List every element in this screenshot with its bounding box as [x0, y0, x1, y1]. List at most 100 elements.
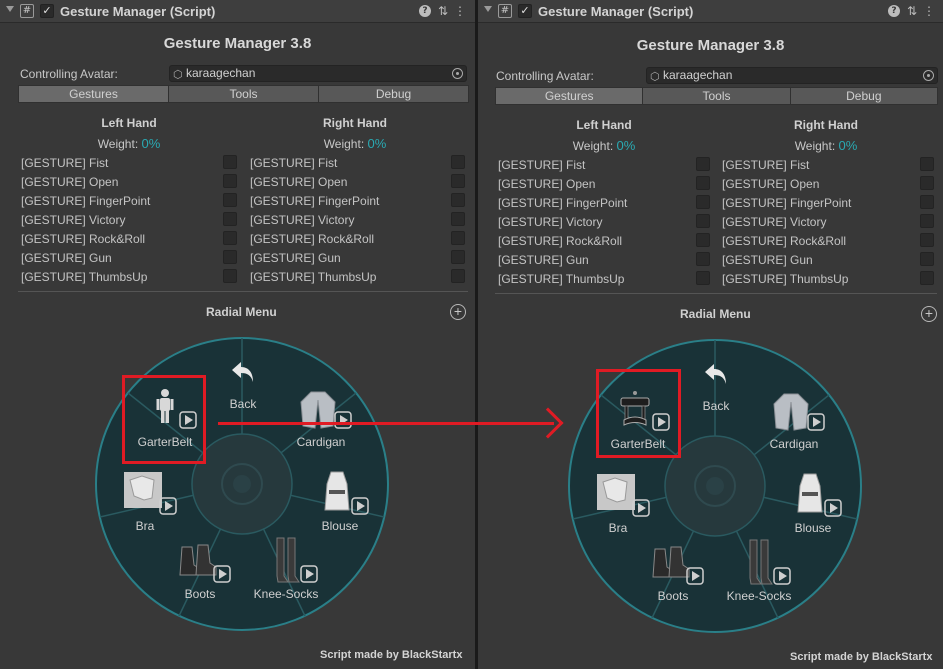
tab-gestures[interactable]: Gestures [18, 85, 169, 103]
left-gesture-victory: [GESTURE] Victory [21, 213, 126, 227]
right-gesture-checkbox[interactable] [920, 176, 934, 190]
radial-item-cardigan[interactable]: Cardigan [271, 435, 371, 449]
radial-item-knee-socks[interactable]: Knee-Socks [709, 589, 809, 603]
component-header[interactable]: # ✓ Gesture Manager (Script) ? ⇅ ⋮ [0, 0, 475, 23]
radial-item-boots[interactable]: Boots [623, 589, 723, 603]
radial-item-cardigan[interactable]: Cardigan [744, 437, 844, 451]
left-gesture-checkbox[interactable] [696, 176, 710, 190]
kebab-menu-icon[interactable]: ⋮ [453, 4, 467, 18]
left-gesture-checkbox[interactable] [223, 231, 237, 245]
right-gesture-checkbox[interactable] [451, 174, 465, 188]
radial-item-back[interactable]: Back [193, 397, 293, 411]
left-gesture-rockroll: [GESTURE] Rock&Roll [21, 232, 146, 246]
avatar-object-field[interactable]: ⬡ karaagechan [646, 67, 938, 84]
script-icon: # [498, 4, 512, 18]
right-hand-title: Right Hand [794, 118, 858, 132]
right-gesture-fingerpoint: [GESTURE] FingerPoint [250, 194, 380, 208]
right-gesture-checkbox[interactable] [920, 157, 934, 171]
component-header[interactable]: # ✓ Gesture Manager (Script) ? ⇅ ⋮ [478, 0, 943, 23]
enabled-checkbox[interactable]: ✓ [518, 4, 532, 18]
left-gesture-checkbox[interactable] [223, 212, 237, 226]
left-gesture-gun: [GESTURE] Gun [498, 253, 589, 267]
left-gesture-checkbox[interactable] [696, 271, 710, 285]
right-gesture-checkbox[interactable] [451, 269, 465, 283]
left-gesture-fingerpoint: [GESTURE] FingerPoint [498, 196, 628, 210]
radial-item-bra[interactable]: Bra [568, 521, 668, 535]
add-menu-button[interactable]: + [921, 306, 937, 322]
left-gesture-checkbox[interactable] [223, 269, 237, 283]
avatar-object-field[interactable]: ⬡ karaagechan [169, 65, 467, 82]
left-weight: Weight: 0% [97, 136, 161, 151]
radial-item-bra[interactable]: Bra [95, 519, 195, 533]
left-gesture-checkbox[interactable] [696, 195, 710, 209]
left-gesture-checkbox[interactable] [223, 250, 237, 264]
submenu-play-icon [159, 497, 177, 515]
left-hand-title: Left Hand [576, 118, 632, 132]
right-weight-value: 0% [367, 136, 387, 151]
object-picker-icon[interactable] [452, 68, 463, 79]
left-gesture-checkbox[interactable] [223, 155, 237, 169]
left-gesture-fist: [GESTURE] Fist [21, 156, 109, 170]
left-gesture-checkbox[interactable] [223, 174, 237, 188]
tab-debug[interactable]: Debug [789, 87, 938, 105]
highlight-box [596, 369, 681, 458]
left-gesture-rockroll: [GESTURE] Rock&Roll [498, 234, 623, 248]
radial-menu-title: Radial Menu [680, 307, 751, 321]
knee-socks-icon [747, 538, 773, 586]
left-gesture-checkbox[interactable] [696, 214, 710, 228]
left-gesture-gun: [GESTURE] Gun [21, 251, 112, 265]
tab-tools[interactable]: Tools [168, 85, 319, 103]
right-gesture-checkbox[interactable] [920, 233, 934, 247]
radial-item-knee-socks[interactable]: Knee-Socks [236, 587, 336, 601]
inspector-panel-before: # ✓ Gesture Manager (Script) ? ⇅ ⋮ Gestu… [0, 0, 475, 669]
submenu-play-icon [213, 565, 231, 583]
controlling-avatar-label: Controlling Avatar: [20, 67, 118, 81]
settings-sliders-icon[interactable]: ⇅ [905, 4, 919, 18]
gameobject-icon: ⬡ [173, 68, 183, 81]
component-title: Gesture Manager (Script) [538, 4, 694, 19]
radial-item-boots[interactable]: Boots [150, 587, 250, 601]
tab-gestures[interactable]: Gestures [495, 87, 644, 105]
radial-item-back[interactable]: Back [666, 399, 766, 413]
right-gesture-checkbox[interactable] [451, 212, 465, 226]
right-gesture-checkbox[interactable] [920, 252, 934, 266]
kebab-menu-icon[interactable]: ⋮ [922, 4, 936, 18]
controlling-avatar-label: Controlling Avatar: [496, 69, 594, 83]
right-gesture-open: [GESTURE] Open [722, 177, 820, 191]
page-title: Gesture Manager 3.8 [163, 35, 312, 52]
right-gesture-checkbox[interactable] [920, 214, 934, 228]
help-icon[interactable]: ? [888, 5, 900, 17]
radial-item-blouse[interactable]: Blouse [763, 521, 863, 535]
radial-item-blouse[interactable]: Blouse [290, 519, 390, 533]
tab-tools[interactable]: Tools [642, 87, 791, 105]
enabled-checkbox[interactable]: ✓ [40, 4, 54, 18]
right-gesture-checkbox[interactable] [920, 195, 934, 209]
divider [18, 291, 468, 292]
right-gesture-checkbox[interactable] [451, 250, 465, 264]
right-gesture-checkbox[interactable] [451, 231, 465, 245]
back-icon [702, 360, 730, 388]
bra-icon [122, 470, 164, 510]
submenu-play-icon [334, 411, 352, 429]
left-gesture-checkbox[interactable] [696, 233, 710, 247]
left-gesture-thumbsup: [GESTURE] ThumbsUp [21, 270, 148, 284]
fold-arrow-icon[interactable] [6, 6, 14, 12]
left-gesture-checkbox[interactable] [696, 157, 710, 171]
left-gesture-open: [GESTURE] Open [498, 177, 596, 191]
left-gesture-checkbox[interactable] [696, 252, 710, 266]
tab-debug[interactable]: Debug [318, 85, 469, 103]
left-weight: Weight: 0% [572, 138, 636, 153]
settings-sliders-icon[interactable]: ⇅ [436, 4, 450, 18]
help-icon[interactable]: ? [419, 5, 431, 17]
right-gesture-rockroll: [GESTURE] Rock&Roll [250, 232, 375, 246]
fold-arrow-icon[interactable] [484, 6, 492, 12]
submenu-play-icon [773, 567, 791, 585]
right-gesture-checkbox[interactable] [451, 155, 465, 169]
object-picker-icon[interactable] [923, 70, 934, 81]
add-menu-button[interactable]: + [450, 304, 466, 320]
right-weight-value: 0% [838, 138, 858, 153]
right-gesture-checkbox[interactable] [920, 271, 934, 285]
right-gesture-checkbox[interactable] [451, 193, 465, 207]
blouse-icon [796, 472, 824, 514]
left-gesture-checkbox[interactable] [223, 193, 237, 207]
